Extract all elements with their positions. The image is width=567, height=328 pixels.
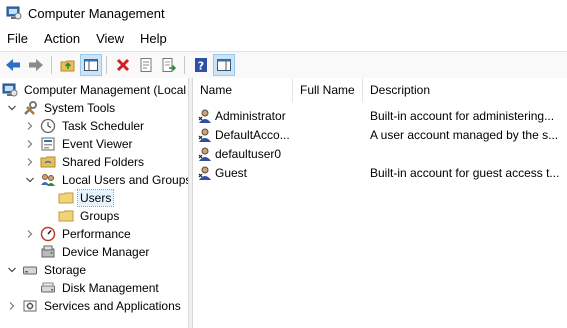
shared-folder-icon [40, 154, 56, 170]
disk-management-icon [40, 280, 56, 296]
tree-item-local-users-and-groups[interactable]: Local Users and Groups [24, 171, 188, 189]
folder-icon [58, 190, 74, 206]
tree-label: Disk Management [62, 281, 159, 295]
tree-label: Shared Folders [62, 155, 145, 169]
tree-label: Task Scheduler [62, 119, 145, 133]
clock-icon [40, 118, 56, 134]
tree-item-users[interactable]: Users [58, 189, 115, 207]
console-tree[interactable]: Computer Management (Local System Tools … [0, 78, 188, 328]
back-button[interactable] [3, 55, 23, 75]
help-button[interactable]: ? [191, 55, 211, 75]
export-list-icon [162, 58, 177, 72]
toolbar-separator [106, 56, 107, 74]
chevron-down-icon[interactable] [6, 102, 18, 114]
tree-item-shared-folders[interactable]: Shared Folders [24, 153, 146, 171]
tree-item-groups[interactable]: Groups [58, 207, 121, 225]
properties-button[interactable] [136, 55, 156, 75]
tree-item-system-tools[interactable]: System Tools [6, 99, 117, 117]
tree-label: Users [76, 189, 115, 207]
tree-label: Storage [44, 263, 87, 277]
console-tree-icon [84, 59, 98, 71]
user-icon [198, 147, 211, 161]
users-group-icon [40, 172, 56, 188]
chevron-right-icon[interactable] [6, 300, 18, 312]
tree-label: Groups [80, 209, 120, 223]
user-name: Administrator [215, 108, 286, 123]
table-row[interactable]: Guest Built-in account for guest access … [193, 163, 567, 182]
delete-button[interactable] [113, 55, 133, 75]
table-row[interactable]: DefaultAcco... A user account managed by… [193, 125, 567, 144]
help-icon: ? [195, 58, 207, 73]
window-title: Computer Management [28, 5, 165, 21]
tree-item-task-scheduler[interactable]: Task Scheduler [24, 117, 146, 135]
menu-action[interactable]: Action [36, 31, 88, 46]
export-list-button[interactable] [159, 55, 179, 75]
tree-label: Device Manager [62, 245, 150, 259]
user-name: DefaultAcco... [215, 127, 290, 142]
toolbar: ? [0, 51, 567, 79]
user-description: Built-in account for administering... [370, 108, 555, 123]
tools-icon [22, 100, 38, 116]
performance-icon [40, 226, 56, 242]
chevron-right-icon[interactable] [24, 228, 36, 240]
column-header-name[interactable]: Name [193, 78, 293, 102]
user-name: Guest [215, 165, 248, 180]
user-icon [198, 166, 211, 180]
tree-label: Event Viewer [62, 137, 133, 151]
properties-icon [140, 58, 152, 72]
folder-icon [58, 208, 74, 224]
event-viewer-icon [40, 136, 56, 152]
toolbar-separator [184, 56, 185, 74]
menu-file[interactable]: File [0, 31, 36, 46]
chevron-right-icon[interactable] [24, 156, 36, 168]
table-row[interactable]: Administrator Built-in account for admin… [193, 106, 567, 125]
tree-label: Services and Applications [44, 299, 181, 313]
services-icon [22, 298, 38, 314]
tree-item-services-and-applications[interactable]: Services and Applications [6, 297, 183, 315]
forward-arrow-icon [29, 59, 43, 71]
tree-label: Local Users and Groups [62, 173, 188, 187]
toolbar-separator [51, 56, 52, 74]
user-description: A user account managed by the s... [370, 127, 559, 142]
show-hide-action-pane-button[interactable] [213, 54, 235, 76]
user-icon [198, 128, 211, 142]
menu-help[interactable]: Help [132, 31, 175, 46]
back-arrow-icon [6, 59, 20, 71]
svg-text:?: ? [198, 60, 204, 73]
tree-label: System Tools [44, 101, 116, 115]
menu-view[interactable]: View [88, 31, 132, 46]
tree-label: Computer Management (Local [24, 83, 187, 97]
computer-management-icon [6, 6, 22, 20]
device-manager-icon [40, 244, 56, 260]
action-pane-icon [217, 59, 231, 71]
tree-item-device-manager[interactable]: Device Manager [40, 243, 151, 261]
computer-management-icon [2, 82, 18, 98]
chevron-down-icon[interactable] [6, 264, 18, 276]
folder-up-icon [60, 60, 75, 72]
forward-button[interactable] [26, 55, 46, 75]
chevron-right-icon[interactable] [24, 120, 36, 132]
column-header-description[interactable]: Description [363, 78, 567, 102]
user-name: defaultuser0 [215, 146, 282, 161]
chevron-right-icon[interactable] [24, 138, 36, 150]
table-row[interactable]: defaultuser0 [193, 144, 567, 163]
storage-icon [22, 262, 38, 278]
tree-item-event-viewer[interactable]: Event Viewer [24, 135, 134, 153]
menu-bar: File Action View Help [0, 27, 567, 49]
chevron-down-icon[interactable] [24, 174, 36, 186]
user-icon [198, 109, 211, 123]
tree-item-performance[interactable]: Performance [24, 225, 133, 243]
tree-label: Performance [62, 227, 131, 241]
show-hide-console-tree-button[interactable] [80, 54, 102, 76]
tree-item-computer-management[interactable]: Computer Management (Local [2, 81, 188, 99]
delete-x-icon [116, 58, 130, 72]
user-description: Built-in account for guest access t... [370, 165, 560, 180]
up-one-level-button[interactable] [58, 55, 78, 75]
users-list[interactable]: Name Full Name Description Administrator… [193, 78, 567, 328]
title-bar: Computer Management [0, 0, 567, 26]
tree-item-storage[interactable]: Storage [6, 261, 88, 279]
column-header-full-name[interactable]: Full Name [293, 78, 363, 102]
tree-item-disk-management[interactable]: Disk Management [40, 279, 161, 297]
